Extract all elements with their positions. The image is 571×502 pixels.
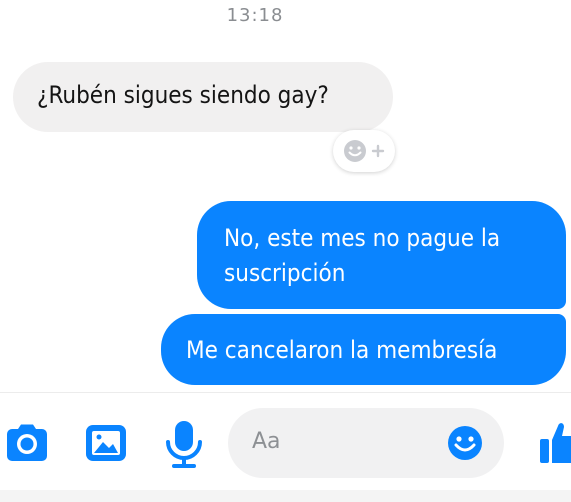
microphone-icon (166, 421, 202, 468)
camera-icon (7, 424, 47, 461)
image-icon (86, 425, 126, 461)
outgoing-message[interactable]: No, este mes no pague la suscripción (197, 201, 566, 309)
incoming-message[interactable]: ¿Rubén sigues siendo gay? (13, 62, 393, 132)
composer-divider (0, 392, 571, 393)
message-timestamp: 13:18 (226, 5, 284, 26)
outgoing-message-text: No, este mes no pague la suscripción (224, 224, 501, 287)
add-reaction-button[interactable] (333, 130, 395, 172)
message-input-placeholder: Aa (252, 429, 281, 454)
emoji-button[interactable] (447, 425, 483, 465)
message-input[interactable]: Aa (228, 408, 504, 478)
voice-message-button[interactable] (164, 420, 204, 470)
emoji-icon (448, 426, 482, 460)
like-button[interactable] (538, 420, 571, 464)
gallery-button[interactable] (85, 424, 127, 462)
incoming-message-text: ¿Rubén sigues siendo gay? (37, 81, 329, 109)
camera-button[interactable] (6, 423, 48, 463)
outgoing-message[interactable]: Me cancelaron la membresía (161, 314, 566, 385)
like-icon (540, 423, 571, 463)
outgoing-message-text: Me cancelaron la membresía (186, 336, 498, 364)
bottom-edge (0, 490, 571, 502)
add-reaction-icon (344, 140, 385, 162)
